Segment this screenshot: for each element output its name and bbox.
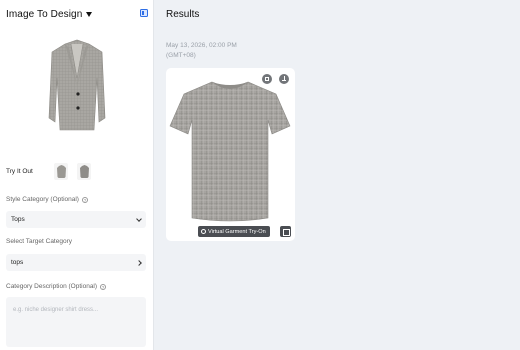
blazer-image	[48, 39, 106, 131]
panel-title[interactable]: Image To Design	[6, 9, 82, 20]
uploaded-image[interactable]	[6, 26, 148, 146]
sample-thumbnail-1[interactable]	[54, 163, 68, 180]
save-icon[interactable]	[262, 74, 272, 84]
compare-icon[interactable]	[280, 226, 291, 237]
info-icon[interactable]: ?	[81, 196, 88, 203]
target-category-label: Select Target Category	[6, 238, 72, 245]
panel-header: Image To Design	[6, 8, 148, 20]
hanger-icon	[201, 229, 206, 234]
result-timestamp: May 13, 2026, 02:00 PM (GMT+08)	[166, 42, 237, 59]
category-description-input[interactable]	[6, 297, 146, 347]
sample-thumbnail-2[interactable]	[77, 163, 91, 180]
tshirt-result-image	[169, 81, 291, 222]
category-description-label: Category Description (Optional) ?	[6, 283, 107, 290]
style-category-label: Style Category (Optional) ?	[6, 196, 88, 203]
result-card[interactable]: Virtual Garment Try-On	[166, 68, 295, 241]
chevron-down-icon[interactable]	[86, 11, 93, 17]
results-title: Results	[166, 9, 200, 20]
target-category-select[interactable]: tops	[6, 254, 146, 271]
style-category-select[interactable]: Tops	[6, 211, 146, 228]
left-panel: Image To Design Try It Out Style Categor…	[0, 0, 154, 350]
info-icon[interactable]: ?	[100, 283, 107, 290]
download-icon[interactable]	[279, 74, 289, 84]
chevron-right-icon	[136, 259, 142, 266]
collapse-panel-icon[interactable]	[140, 9, 148, 17]
chevron-down-icon	[136, 215, 142, 222]
try-it-out-label: Try It Out	[6, 168, 33, 175]
virtual-tryon-button[interactable]: Virtual Garment Try-On	[198, 226, 270, 237]
